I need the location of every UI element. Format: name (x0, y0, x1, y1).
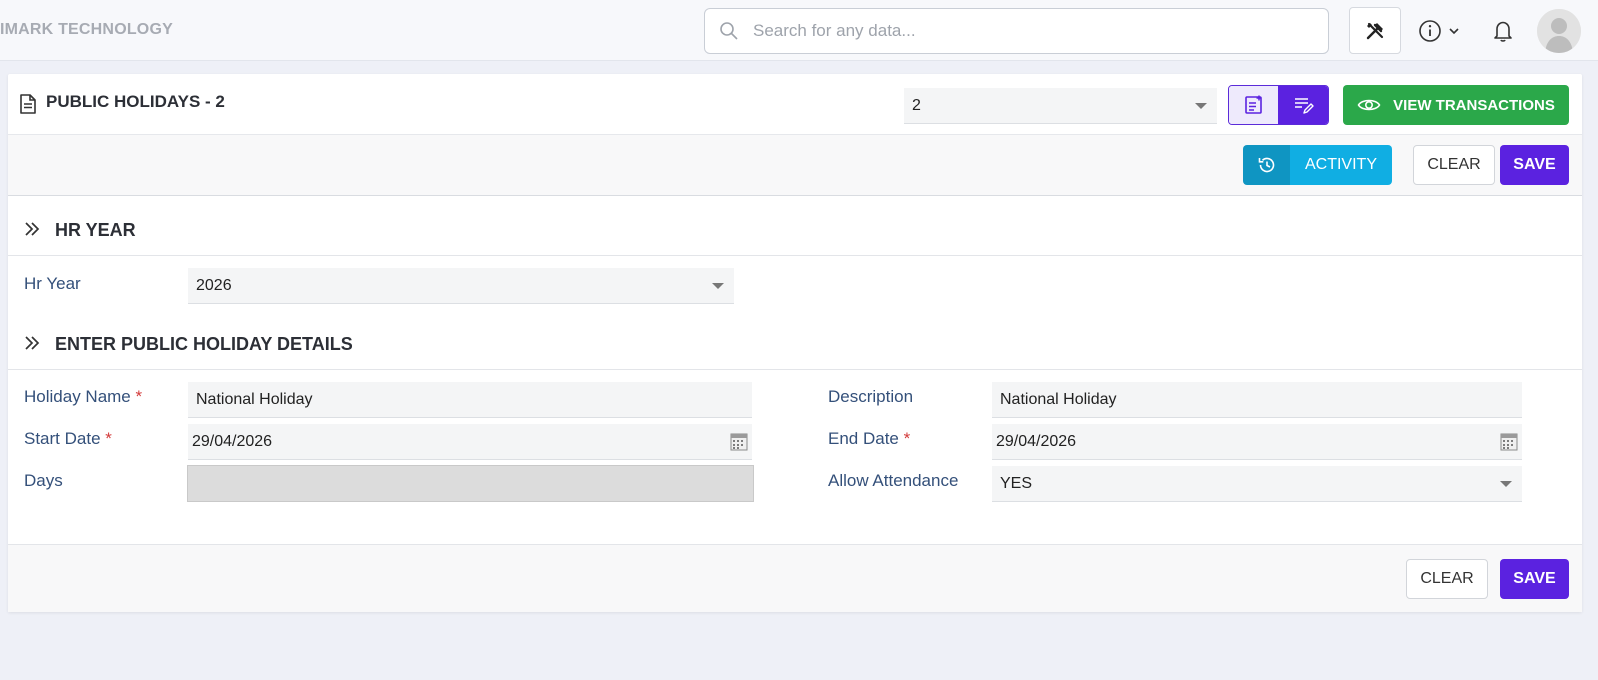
start-date-label-text: Start Date (24, 429, 101, 448)
calendar-icon[interactable] (730, 433, 748, 451)
end-date-input[interactable]: 29/04/2026 (992, 424, 1522, 460)
section-hr-year[interactable]: HR YEAR (8, 196, 1582, 256)
clear-button-bottom[interactable]: CLEAR (1406, 559, 1488, 599)
activity-label: ACTIVITY (1290, 145, 1392, 185)
caret-down-icon (712, 283, 724, 289)
save-button-top[interactable]: SAVE (1500, 145, 1569, 185)
eye-icon (1357, 99, 1381, 111)
holiday-name-label: Holiday Name * (24, 387, 142, 407)
start-date-value: 29/04/2026 (192, 433, 273, 450)
caret-down-icon (1195, 103, 1207, 109)
note-add-icon (1244, 95, 1262, 114)
edit-list-mode-button[interactable] (1278, 86, 1328, 124)
edit-list-icon (1295, 98, 1314, 114)
avatar-icon (1537, 9, 1581, 53)
record-select-value: 2 (912, 97, 921, 114)
clear-button-top[interactable]: CLEAR (1413, 145, 1495, 185)
activity-icon-wrap (1243, 145, 1290, 185)
search-input[interactable] (753, 10, 1313, 52)
card-header: PUBLIC HOLIDAYS - 2 2 VIEW TRANSACTIONS (8, 74, 1582, 135)
help-menu-button[interactable] (1418, 17, 1468, 45)
view-transactions-label: VIEW TRANSACTIONS (1393, 96, 1555, 114)
start-date-input[interactable]: 29/04/2026 (188, 424, 752, 460)
info-icon (1419, 20, 1441, 42)
chevron-down-icon (1449, 28, 1459, 35)
page-title: PUBLIC HOLIDAYS - 2 (46, 92, 225, 111)
top-bar: IMARK TECHNOLOGY (0, 0, 1598, 61)
days-input (187, 465, 754, 502)
tools-button[interactable] (1349, 7, 1401, 54)
bell-icon (1494, 21, 1512, 42)
holiday-name-input[interactable]: National Holiday (188, 382, 752, 418)
required-marker: * (105, 429, 112, 448)
new-entry-mode-button[interactable] (1229, 86, 1279, 124)
section-title-hr-year: HR YEAR (55, 220, 136, 240)
hr-year-select[interactable]: 2026 (188, 268, 734, 304)
days-label: Days (24, 471, 63, 490)
double-chevron-right-icon (25, 222, 40, 236)
brand-name: IMARK TECHNOLOGY (0, 21, 173, 38)
action-toolbar: ACTIVITY CLEAR SAVE (8, 135, 1582, 196)
allow-attendance-label: Allow Attendance (828, 471, 959, 490)
view-mode-toggle (1228, 85, 1329, 125)
end-date-label: End Date * (828, 429, 910, 449)
end-date-value: 29/04/2026 (996, 433, 1077, 450)
end-date-label-text: End Date (828, 429, 899, 448)
document-icon (20, 94, 36, 114)
public-holiday-form-card: PUBLIC HOLIDAYS - 2 2 VIEW TRANSACTIONS … (8, 74, 1582, 612)
description-input[interactable]: National Holiday (992, 382, 1522, 418)
double-chevron-right-icon (25, 336, 40, 350)
hr-year-value: 2026 (196, 277, 232, 294)
global-search[interactable] (704, 8, 1329, 54)
required-marker: * (135, 387, 143, 406)
tools-icon (1366, 22, 1384, 39)
start-date-label: Start Date * (24, 429, 112, 449)
hr-year-label: Hr Year (24, 274, 81, 293)
caret-down-icon (1500, 481, 1512, 487)
search-icon (720, 22, 738, 40)
notifications-button[interactable] (1490, 17, 1516, 45)
form-footer: CLEAR SAVE (8, 544, 1582, 612)
user-avatar[interactable] (1537, 9, 1581, 53)
allow-attendance-value: YES (1000, 475, 1033, 492)
section-title-holiday-details: ENTER PUBLIC HOLIDAY DETAILS (55, 334, 353, 354)
required-marker: * (903, 429, 911, 448)
holiday-name-label-text: Holiday Name (24, 387, 131, 406)
section-holiday-details[interactable]: ENTER PUBLIC HOLIDAY DETAILS (8, 310, 1582, 370)
save-button-bottom[interactable]: SAVE (1500, 559, 1569, 599)
description-label: Description (828, 387, 914, 406)
allow-attendance-select[interactable]: YES (992, 466, 1522, 502)
activity-button[interactable]: ACTIVITY (1243, 145, 1392, 185)
calendar-icon[interactable] (1500, 433, 1518, 451)
record-select[interactable]: 2 (904, 88, 1217, 124)
history-icon (1258, 157, 1274, 173)
view-transactions-button[interactable]: VIEW TRANSACTIONS (1343, 85, 1569, 125)
